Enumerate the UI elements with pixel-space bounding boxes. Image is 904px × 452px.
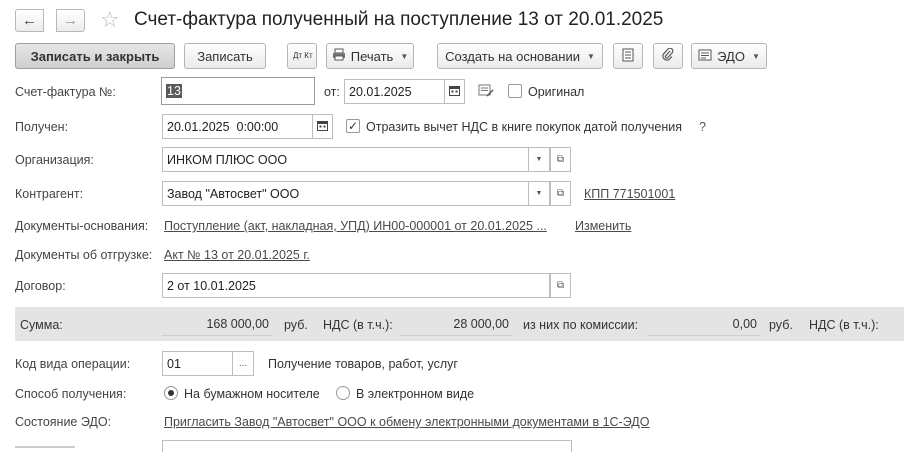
counterparty-value: Завод "Автосвет" ООО: [167, 186, 300, 201]
vat-reflect-label: Отразить вычет НДС в книге покупок датой…: [366, 120, 682, 134]
arrow-right-icon: →: [63, 12, 78, 29]
chevron-down-icon: ▼: [400, 51, 409, 61]
counterparty-field[interactable]: Завод "Автосвет" ООО: [162, 181, 550, 206]
vat-label-2: НДС (в т.ч.):: [809, 318, 879, 332]
contract-field[interactable]: 2 от 10.01.2025: [162, 273, 550, 298]
op-code-field[interactable]: 01: [162, 351, 234, 376]
shipment-docs-label: Документы об отгрузке:: [15, 248, 153, 262]
paper-label: На бумажном носителе: [184, 387, 320, 401]
next-row-field-partial[interactable]: [162, 440, 572, 452]
calendar-button[interactable]: [444, 79, 465, 104]
print-label: Печать: [350, 48, 394, 64]
printer-icon: [332, 48, 346, 64]
kpp-link[interactable]: КПП 771501001: [584, 187, 675, 201]
organization-label: Организация:: [15, 153, 94, 167]
favorite-star-icon[interactable]: ☆: [100, 7, 120, 33]
sum-value: 168 000,00: [162, 312, 273, 336]
chevron-down-icon: ▼: [586, 51, 595, 61]
save-button[interactable]: Записать: [184, 43, 266, 69]
commission-label: из них по комиссии:: [523, 318, 639, 332]
dt-kt-icon: Дт Кт: [293, 51, 313, 60]
organization-value: ИНКОМ ПЛЮС ООО: [167, 152, 288, 167]
contract-open-button[interactable]: ⧉: [550, 273, 571, 298]
op-code-value: 01: [167, 356, 181, 371]
contract-value: 2 от 10.01.2025: [167, 278, 256, 293]
received-datetime-field[interactable]: 20.01.2025 0:00:00: [162, 114, 314, 139]
op-code-label: Код вида операции:: [15, 357, 131, 371]
window-title: Счет-фактура полученный на поступление 1…: [134, 9, 664, 30]
attach-button[interactable]: [653, 43, 683, 69]
op-code-description: Получение товаров, работ, услуг: [268, 357, 458, 371]
paperclip-icon: [662, 47, 674, 65]
back-button[interactable]: ←: [15, 9, 44, 32]
edo-state-label: Состояние ЭДО:: [15, 415, 112, 429]
open-icon: ⧉: [556, 280, 565, 291]
vat-reflect-checkbox[interactable]: ✓: [346, 119, 360, 133]
calendar-icon: [317, 120, 328, 134]
structure-icon: [621, 48, 635, 65]
rub-label-2: руб.: [769, 318, 793, 332]
electronic-radio[interactable]: [336, 386, 350, 400]
from-date-field[interactable]: 20.01.2025: [344, 79, 446, 104]
vat-value: 28 000,00: [400, 312, 513, 336]
help-icon[interactable]: ?: [699, 120, 706, 134]
shipment-docs-link[interactable]: Акт № 13 от 20.01.2025 г.: [164, 248, 310, 262]
create-based-label: Создать на основании: [445, 48, 580, 64]
edo-invite-link[interactable]: Пригласить Завод "Автосвет" ООО к обмену…: [164, 415, 649, 429]
dt-kt-button[interactable]: Дт Кт: [287, 43, 317, 69]
forward-button[interactable]: →: [56, 9, 85, 32]
chevron-down-icon: ▼: [751, 51, 760, 61]
base-docs-label: Документы-основания:: [15, 219, 149, 233]
contract-label: Договор:: [15, 279, 66, 293]
receive-method-label: Способ получения:: [15, 387, 127, 401]
chevron-down-icon: ▼: [535, 190, 543, 197]
received-calendar-button[interactable]: [312, 114, 333, 139]
edo-label: ЭДО: [717, 48, 745, 64]
from-label: от:: [324, 85, 340, 99]
counterparty-open-button[interactable]: ⧉: [550, 181, 571, 206]
create-based-on-button[interactable]: Создать на основании ▼: [437, 43, 603, 69]
organization-open-button[interactable]: ⧉: [550, 147, 571, 172]
invoice-number-field[interactable]: 13: [161, 77, 315, 105]
next-row-label-partial: [15, 440, 75, 448]
organization-dropdown-button[interactable]: ▼: [528, 147, 550, 172]
open-icon: ⧉: [556, 154, 565, 165]
edo-button[interactable]: ЭДО ▼: [691, 43, 767, 69]
original-label: Оригинал: [528, 85, 585, 99]
from-date-value: 20.01.2025: [349, 84, 412, 99]
received-label: Получен:: [15, 120, 69, 134]
received-datetime-value: 20.01.2025 0:00:00: [167, 119, 279, 134]
original-checkbox[interactable]: [508, 84, 522, 98]
vat-label: НДС (в т.ч.):: [323, 318, 393, 332]
save-and-close-button[interactable]: Записать и закрыть: [15, 43, 175, 69]
open-icon: ⧉: [556, 188, 565, 199]
calendar-icon: [449, 85, 460, 99]
commission-value: 0,00: [648, 312, 761, 336]
checkmark-icon: ✓: [347, 119, 359, 133]
base-docs-link[interactable]: Поступление (акт, накладная, УПД) ИН00-0…: [164, 219, 547, 233]
rub-label: руб.: [284, 318, 308, 332]
organization-field[interactable]: ИНКОМ ПЛЮС ООО: [162, 147, 550, 172]
change-link[interactable]: Изменить: [575, 219, 631, 233]
structure-button[interactable]: [613, 43, 643, 69]
counterparty-dropdown-button[interactable]: ▼: [528, 181, 550, 206]
arrow-left-icon: ←: [22, 12, 37, 29]
paper-radio[interactable]: [164, 386, 178, 400]
chevron-down-icon: ▼: [535, 156, 543, 163]
op-code-select-button[interactable]: ...: [232, 351, 254, 376]
sum-label: Сумма:: [20, 318, 63, 332]
counterparty-label: Контрагент:: [15, 187, 84, 201]
electronic-label: В электронном виде: [356, 387, 475, 401]
invoice-number-value: 13: [166, 84, 182, 98]
ellipsis-icon: ...: [238, 358, 248, 369]
edo-icon: [698, 49, 712, 64]
invoice-number-label: Счет-фактура №:: [15, 85, 116, 99]
print-button[interactable]: Печать ▼: [326, 43, 414, 69]
document-edit-icon[interactable]: [478, 84, 494, 101]
